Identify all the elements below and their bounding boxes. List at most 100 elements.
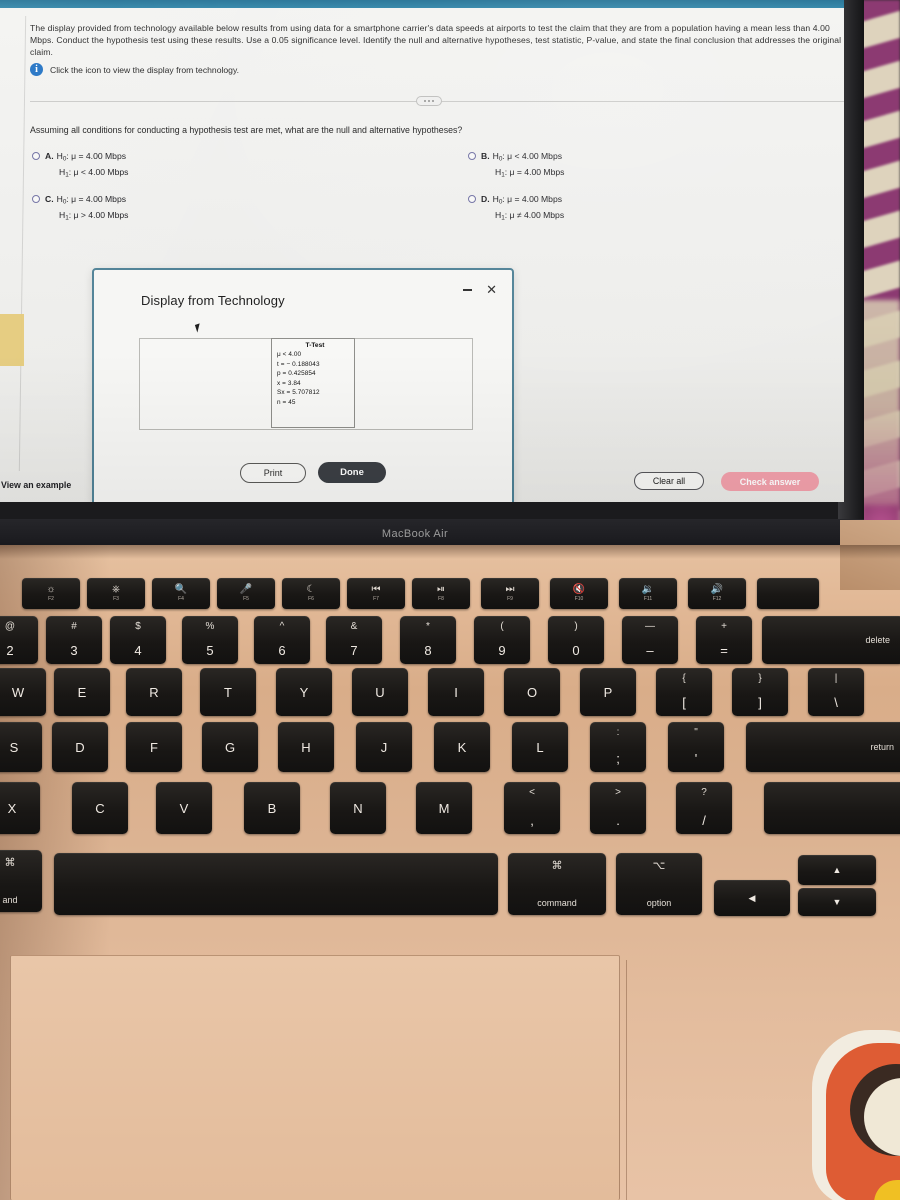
key-4[interactable]: $ 4 [110,616,166,664]
moon-icon: ☾ [306,584,316,595]
fast-forward-key[interactable]: ⏭ F9 [481,578,539,609]
key-r[interactable]: R [126,668,182,716]
key-quote-lower: ' [694,751,698,766]
key-slash-upper: ? [701,787,707,798]
arrow-up-key[interactable]: ▲ [798,855,876,885]
key-comma[interactable]: < , [504,782,560,834]
key-semicolon[interactable]: : ; [590,722,646,772]
key-0[interactable]: ) 0 [548,616,604,664]
key-p[interactable]: P [580,668,636,716]
key-u-label: U [375,684,385,700]
left-command-key[interactable]: ⌘ and [0,850,42,912]
fn-key-label: F5 [243,596,249,602]
volume-up-key[interactable]: 🔊 F12 [688,578,746,609]
key-9[interactable]: ( 9 [474,616,530,664]
trackpad[interactable] [10,955,620,1200]
key-t[interactable]: T [200,668,256,716]
key-period[interactable]: > . [590,782,646,834]
rewind-key[interactable]: ⏮ F7 [347,578,405,609]
key-y[interactable]: Y [276,668,332,716]
key-semicolon-lower: ; [616,751,620,766]
key-s-label: S [9,739,19,755]
key-n[interactable]: N [330,782,386,834]
key-minus[interactable]: — – [622,616,678,664]
dictation-key[interactable]: 🎤 F5 [217,578,275,609]
screenshot-root: The display provided from technology ava… [0,0,900,1200]
spotlight-search-key[interactable]: 🔍 F4 [152,578,210,609]
key-right-bracket-upper: } [758,673,762,684]
key-i-label: I [454,684,458,700]
play-pause-key[interactable]: ⏯ F8 [412,578,470,609]
key-slash-lower: / [702,813,706,828]
fn-key-label: F8 [438,596,444,602]
key-b[interactable]: B [244,782,300,834]
key-3-lower: 3 [70,643,78,658]
delete-key[interactable]: delete [762,616,900,664]
volume-down-key[interactable]: 🔉 F11 [619,578,677,609]
key-6[interactable]: ^ 6 [254,616,310,664]
key-m[interactable]: M [416,782,472,834]
volume-down-icon: 🔉 [641,584,655,595]
key-backslash[interactable]: | \ [808,668,864,716]
key-7-lower: 7 [350,643,358,658]
fn-key-label: F11 [643,596,653,602]
arrow-left-icon: ◀ [748,892,756,903]
option-key[interactable]: ⌥ option [616,853,702,915]
key-e-label: E [77,684,87,700]
arrow-down-icon: ▼ [832,897,842,907]
mission-control-key[interactable]: ⎈ F3 [87,578,145,609]
do-not-disturb-key[interactable]: ☾ F6 [282,578,340,609]
key-2-upper: @ [4,621,16,632]
key-right-bracket[interactable]: } ] [732,668,788,716]
space-key[interactable] [54,853,498,915]
key-o[interactable]: O [504,668,560,716]
key-l[interactable]: L [512,722,568,772]
fn-key-label: F9 [507,596,513,602]
key-f[interactable]: F [126,722,182,772]
key-5[interactable]: % 5 [182,616,238,664]
key-w[interactable]: W [0,668,46,716]
key-6-lower: 6 [278,643,286,658]
key-d[interactable]: D [52,722,108,772]
key-8[interactable]: * 8 [400,616,456,664]
key-2[interactable]: @ 2 [0,616,38,664]
mute-key[interactable]: 🔇 F10 [550,578,608,609]
key-k[interactable]: K [434,722,490,772]
key-left-bracket-lower: [ [682,695,686,710]
fn-key-label: F3 [113,596,119,602]
mute-icon: 🔇 [572,584,586,595]
power-touchid-key[interactable] [757,578,819,609]
arrow-left-key[interactable]: ◀ [714,880,790,916]
right-shift-key[interactable]: s [764,782,900,834]
key-x[interactable]: X [0,782,40,834]
key-j[interactable]: J [356,722,412,772]
key-c[interactable]: C [72,782,128,834]
key-g[interactable]: G [202,722,258,772]
key-e[interactable]: E [54,668,110,716]
key-l-label: L [536,739,544,755]
key-i[interactable]: I [428,668,484,716]
key-left-bracket-upper: { [682,673,686,684]
key-slash[interactable]: ? / [676,782,732,834]
key-r-label: R [149,684,159,700]
key-minus-upper: — [645,621,655,632]
rewind-icon: ⏮ [371,584,381,595]
key-x-label: X [7,800,17,816]
key-u[interactable]: U [352,668,408,716]
key-8-upper: * [426,621,430,632]
right-command-key[interactable]: ⌘ command [508,853,606,915]
brightness-up-key[interactable]: ☼ F2 [22,578,80,609]
key-quote[interactable]: " ' [668,722,724,772]
key-7[interactable]: & 7 [326,616,382,664]
key-3[interactable]: # 3 [46,616,102,664]
key-h[interactable]: H [278,722,334,772]
play-pause-icon: ⏯ [437,584,445,595]
key-v[interactable]: V [156,782,212,834]
return-key[interactable]: return [746,722,900,772]
key-s[interactable]: S [0,722,42,772]
mission-control-icon: ⎈ [112,584,120,595]
fn-key-label: F12 [712,596,722,602]
arrow-down-key[interactable]: ▼ [798,888,876,916]
key-equals[interactable]: + = [696,616,752,664]
key-left-bracket[interactable]: { [ [656,668,712,716]
